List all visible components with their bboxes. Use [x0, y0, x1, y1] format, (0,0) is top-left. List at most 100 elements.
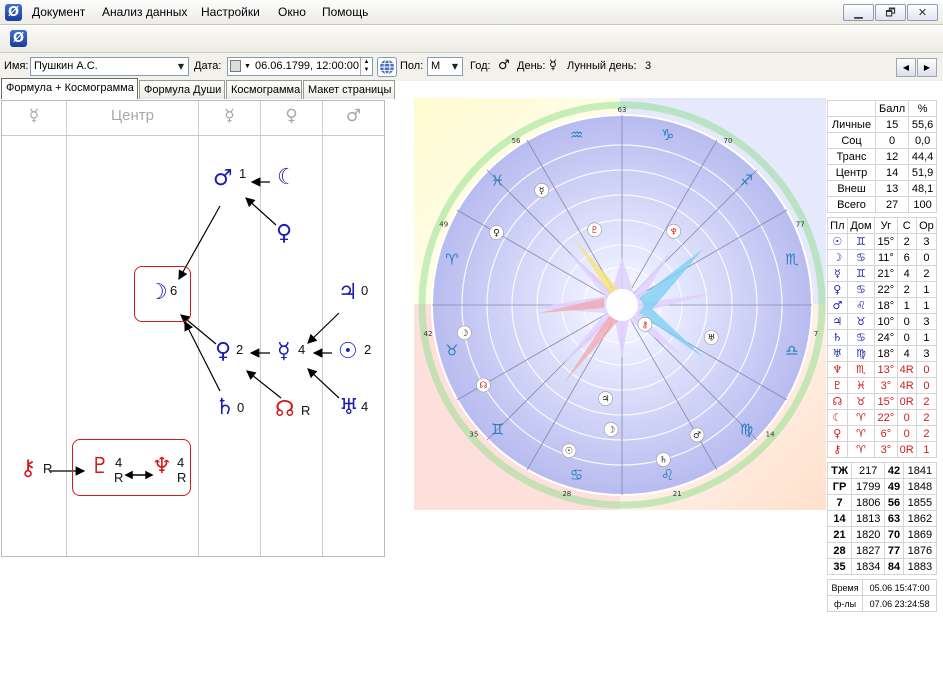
mercury-glyph[interactable]: ☿	[277, 341, 291, 363]
menu-document[interactable]: Документ	[32, 5, 85, 19]
planet-row-cell: ♊	[846, 265, 876, 282]
menu-help[interactable]: Помощь	[322, 5, 368, 19]
years-row-cell: 1855	[902, 494, 938, 511]
years-row-cell: 49	[884, 478, 904, 495]
app-logo-icon[interactable]: Ø	[5, 4, 22, 21]
years-row-cell: 77	[884, 542, 904, 559]
sun-glyph[interactable]: ☉	[338, 341, 358, 363]
planet-row-cell: 4R	[896, 377, 917, 394]
years-row-cell: 1799	[851, 478, 886, 495]
planet-row-cell: 4	[896, 265, 917, 282]
menu-window[interactable]: Окно	[278, 5, 306, 19]
planet-row-cell: ♋	[846, 281, 876, 298]
venus-glyph[interactable]: ♀	[215, 341, 231, 363]
date-field[interactable]: ▼ 06.06.1799, 12:00:00 ▲ ▼	[227, 57, 373, 76]
planet-row-cell: 0	[915, 249, 938, 266]
time-row: ф-лы 07.06 23:24:58	[826, 595, 937, 612]
years-row-cell: 1848	[902, 478, 938, 495]
day-label: День:	[517, 60, 546, 72]
years-row-cell: 1813	[851, 510, 886, 527]
zodiac-sign-icon: ♑	[661, 126, 674, 144]
planet-marker-glyph: ☽	[607, 426, 615, 436]
restore-button[interactable]: 🗗	[875, 4, 906, 21]
time-row-cell: ф-лы	[826, 595, 864, 612]
saturn-glyph[interactable]: ♄	[215, 397, 235, 419]
spin-icon[interactable]: ▲ ▼	[360, 58, 372, 75]
planet-row-cell: 18°	[874, 345, 898, 362]
planet-table: Пл Дом Уг С Ор ☉ ♊ 15° 2 3 ☽ ♋ 11° 6 0 ☿ ♊ 21° 4 2 ♀ ♋ 22° 2 1 ♂ ♌…	[827, 217, 938, 458]
chevron-left-icon: ◀	[902, 63, 910, 72]
planet-row-cell: 0R	[896, 441, 917, 458]
tab-cosmogram[interactable]: Космограмма	[226, 80, 302, 99]
tab-soul-formula[interactable]: Формула Души	[139, 80, 225, 99]
year-symbol: ♂	[498, 58, 510, 73]
planet-row-cell: ☊	[827, 393, 848, 410]
uranus-glyph[interactable]: ♅	[339, 397, 359, 419]
globe-icon	[380, 59, 394, 75]
planet-row-cell: 2	[915, 409, 938, 426]
planet-marker-glyph: ♂	[693, 431, 701, 441]
years-row: ГР 1799 49 1848	[826, 478, 938, 495]
lilith-glyph[interactable]: ☾	[277, 167, 297, 189]
chevron-down-icon[interactable]: ▼	[448, 58, 462, 75]
years-row-cell: 1869	[902, 526, 938, 543]
planet-row-cell: ♈	[846, 441, 876, 458]
planet-row: ♀ ♈ 6° 0 2	[827, 425, 938, 442]
jupiter-glyph[interactable]: ♃	[338, 282, 358, 304]
formula-panel: ☿ Центр ☿ ♀ ♂ ♂ 1 ☾ ♀ ☽ 6 ♃ 0 ♀ 2 ☿ 4 ☉ …	[1, 100, 385, 557]
planet-row: ☿ ♊ 21° 4 2	[827, 265, 938, 282]
menu-settings[interactable]: Настройки	[201, 5, 260, 19]
node-glyph[interactable]: ☊	[275, 399, 295, 421]
prev-button[interactable]: ◀	[896, 58, 916, 77]
tab-page-layout[interactable]: Макет страницы	[303, 80, 395, 99]
stats-row-cell: Центр	[827, 164, 876, 181]
moon-glyph[interactable]: ☽	[148, 282, 168, 304]
uranus-score: 4	[361, 399, 369, 414]
name-value: Пушкин А.С.	[34, 60, 98, 72]
calendar-dropdown-icon[interactable]: ▼	[244, 58, 251, 75]
planet-row-cell: ♍	[846, 345, 876, 362]
planet-row-cell: 15°	[874, 393, 898, 410]
planet-row-cell: 0R	[896, 393, 917, 410]
planet-row: ☾ ♈ 22° 0 2	[827, 409, 938, 426]
planet-row-cell: ♋	[846, 249, 876, 266]
degree-label: 28	[562, 490, 571, 498]
menu-analysis[interactable]: Анализ данных	[102, 5, 187, 19]
years-row-cell: 217	[851, 462, 886, 479]
planet-row-cell: ☉	[827, 233, 848, 250]
years-row-cell: ГР	[826, 478, 853, 495]
neptune-glyph[interactable]: ♆	[152, 456, 172, 478]
stats-row-cell: %	[908, 100, 937, 117]
toolbar: Ø	[0, 26, 943, 53]
toolbar-logo-icon[interactable]: Ø	[10, 30, 27, 47]
stats-row-cell	[827, 100, 876, 117]
years-row: 35 1834 84 1883	[826, 558, 938, 575]
calendar-icon[interactable]	[230, 60, 241, 72]
planet-row-cell: ♈	[846, 409, 876, 426]
planet-marker-glyph: ♄	[659, 456, 667, 466]
chevron-down-icon[interactable]: ▼	[174, 58, 188, 75]
pluto-glyph[interactable]: ♇	[90, 456, 110, 478]
planet-row: ♃ ♉ 10° 0 3	[827, 313, 938, 330]
planet-row: ♆ ♏ 13° 4R 0	[827, 361, 938, 378]
planet-row-cell: 1	[915, 297, 938, 314]
globe-button[interactable]	[377, 57, 397, 77]
zodiac-sign-icon: ♉	[445, 342, 458, 360]
planet-row-cell: ♅	[827, 345, 848, 362]
tab-formula-cosmogram[interactable]: Формула + Космограмма	[1, 78, 138, 99]
name-select[interactable]: Пушкин А.С. ▼	[30, 57, 189, 76]
proserpina-glyph[interactable]: ♀	[276, 223, 292, 245]
planet-marker-glyph: ☽	[460, 329, 468, 339]
zodiac-sign-icon: ♈	[445, 250, 458, 268]
planet-row-cell: ♄	[827, 329, 848, 346]
planet-row-cell: ♈	[846, 425, 876, 442]
minimize-button[interactable]: ▁	[843, 4, 874, 21]
mars-glyph[interactable]: ♂	[213, 168, 233, 190]
cosmogram[interactable]: 637077714212835424956 ♑♐♏♎♍♌♋♊♉♈♓♒ ♆♇☿♀☽…	[414, 98, 826, 510]
moon-score: 6	[170, 283, 178, 298]
sex-select[interactable]: М ▼	[427, 57, 463, 76]
next-button[interactable]: ▶	[917, 58, 937, 77]
planet-row-cell: 3	[915, 345, 938, 362]
close-button[interactable]: ✕	[907, 4, 938, 21]
chiron-glyph[interactable]: ⚷	[20, 458, 36, 480]
